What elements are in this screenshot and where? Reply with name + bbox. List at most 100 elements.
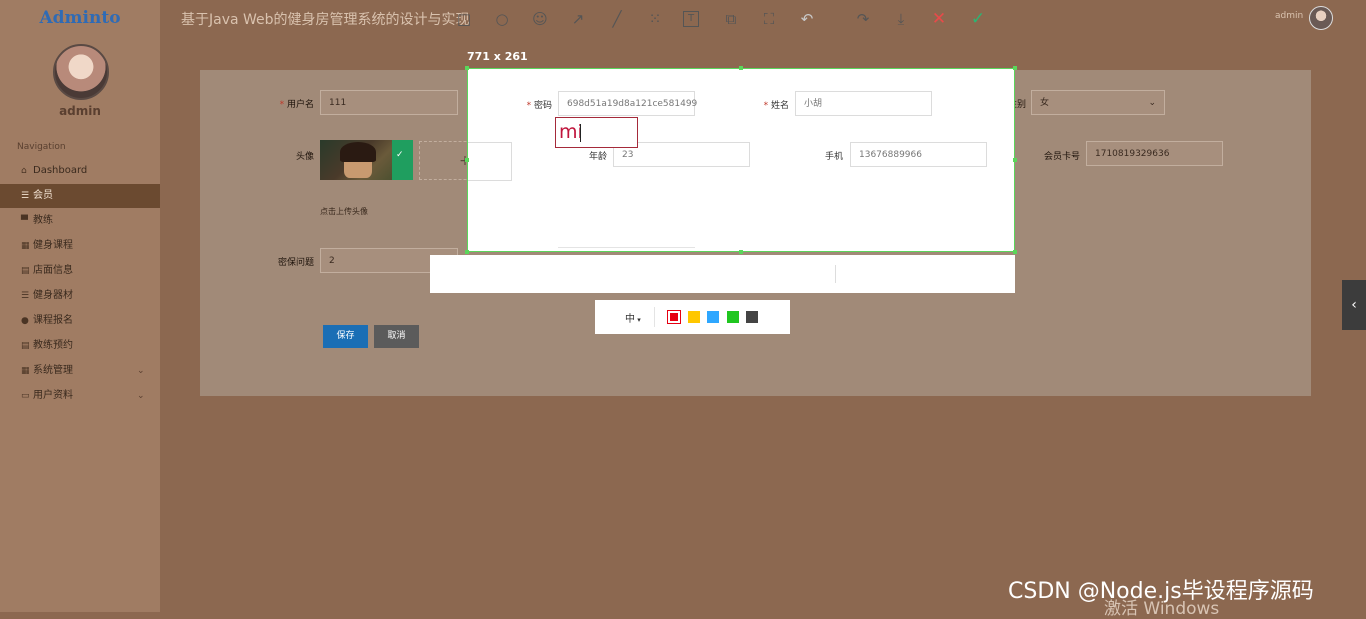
- color-swatch-dark[interactable]: [746, 311, 758, 323]
- color-swatch-yellow[interactable]: [688, 311, 700, 323]
- name-label: * 姓名: [763, 101, 789, 111]
- security-label: 密保问题: [277, 258, 314, 268]
- sidebar-item-coaches[interactable]: ▀ 教练: [0, 209, 160, 233]
- card-icon: ▭: [21, 391, 30, 401]
- sidebar-item-label: 课程报名: [33, 315, 73, 326]
- input-edge: [558, 247, 695, 251]
- sidebar-item-equipment[interactable]: ☰ 健身器材: [0, 284, 160, 308]
- username-input[interactable]: 111: [320, 90, 458, 115]
- toolbar-divider: [835, 265, 836, 283]
- check-icon: ✓: [396, 150, 404, 160]
- list-icon: ☰: [21, 191, 30, 201]
- sidebar-item-label: 健身课程: [33, 240, 73, 251]
- avatar-preview[interactable]: ✓: [320, 140, 413, 180]
- undo-icon[interactable]: ↶: [797, 9, 817, 29]
- resize-handle[interactable]: [1013, 250, 1017, 254]
- sidebar-item-courses[interactable]: ▦ 健身课程: [0, 234, 160, 258]
- card-label: 会员卡号: [1043, 152, 1080, 162]
- resize-handle[interactable]: [465, 158, 469, 162]
- chevron-down-icon: ⌄: [137, 391, 145, 401]
- password-input[interactable]: 698d51a19d8a121ce581499: [558, 91, 697, 116]
- phone-input[interactable]: 13676889966: [850, 142, 987, 167]
- sidebar-item-bookings[interactable]: ▤ 教练预约: [0, 334, 160, 358]
- user-icon: ●: [21, 316, 29, 326]
- font-size-select[interactable]: 中 ▾: [625, 310, 641, 325]
- csdn-watermark: CSDN @Node.js毕设程序源码: [1008, 579, 1314, 604]
- arrow-icon[interactable]: ↗: [568, 9, 588, 29]
- rectangle-icon[interactable]: □: [454, 9, 474, 29]
- mosaic-icon[interactable]: ⁙: [645, 9, 665, 29]
- app-logo[interactable]: Adminto: [0, 8, 160, 28]
- text-icon[interactable]: T: [683, 11, 699, 27]
- chevron-down-icon: ⌄: [1148, 98, 1156, 108]
- chevron-down-icon: ⌄: [137, 366, 145, 376]
- gender-value: 女: [1040, 98, 1050, 108]
- sidebar-item-label: 教练预约: [33, 340, 73, 351]
- avatar-upload-slot: [468, 142, 512, 181]
- sidebar-item-label: 会员: [33, 190, 53, 201]
- sidebar-item-label: 健身器材: [33, 290, 73, 301]
- sidebar-item-stores[interactable]: ▤ 店面信息: [0, 259, 160, 283]
- card-input[interactable]: 1710819329636: [1086, 141, 1223, 166]
- page-title: 基于Java Web的健身房管理系统的设计与实现: [181, 12, 470, 28]
- sidebar-item-members[interactable]: ☰ 会员: [0, 184, 160, 208]
- sidebar-item-label: Dashboard: [33, 165, 88, 176]
- grid-icon: ▦: [21, 241, 30, 251]
- resize-handle[interactable]: [1013, 66, 1017, 70]
- header-username[interactable]: admin: [1275, 11, 1303, 21]
- header-avatar[interactable]: [1309, 6, 1333, 30]
- phone-label: 手机: [824, 152, 843, 162]
- password-label: * 密码: [526, 101, 552, 111]
- resize-handle[interactable]: [739, 250, 743, 254]
- save-button[interactable]: 保存: [323, 325, 368, 348]
- resize-handle[interactable]: [465, 250, 469, 254]
- sidebar-item-dashboard[interactable]: ⌂ Dashboard: [0, 159, 160, 183]
- username-label: * 用户名: [279, 100, 314, 110]
- text-caret: [580, 124, 581, 142]
- grid-icon: ▦: [21, 366, 30, 376]
- name-input[interactable]: 小胡: [795, 91, 932, 116]
- pin-icon[interactable]: ⧉: [721, 9, 741, 29]
- sidebar-item-label: 系统管理: [33, 365, 73, 376]
- gender-select[interactable]: 女 ⌄: [1031, 90, 1165, 115]
- sidebar-item-label: 用户资料: [33, 390, 73, 401]
- color-swatch-red[interactable]: [667, 310, 681, 324]
- sidebar-item-enrollment[interactable]: ● 课程报名: [0, 309, 160, 333]
- color-swatch-green[interactable]: [727, 311, 739, 323]
- download-icon[interactable]: ⤓: [891, 9, 911, 29]
- side-panel-toggle[interactable]: ‹: [1342, 280, 1366, 330]
- options-divider: [654, 307, 655, 327]
- sidebar-avatar[interactable]: [53, 44, 109, 100]
- ellipse-icon[interactable]: ○: [492, 9, 512, 29]
- sidebar-item-profile[interactable]: ▭ 用户资料 ⌄: [0, 384, 160, 408]
- sidebar-item-label: 店面信息: [33, 265, 73, 276]
- chevron-left-icon: ‹: [1351, 297, 1357, 313]
- cancel-button[interactable]: 取消: [374, 325, 419, 348]
- capture-region[interactable]: * 密码 698d51a19d8a121ce581499 * 姓名 小胡 年龄 …: [467, 68, 1015, 252]
- nav-heading: Navigation: [17, 142, 66, 152]
- resize-handle[interactable]: [1013, 158, 1017, 162]
- line-icon[interactable]: ╱: [607, 9, 627, 29]
- close-icon[interactable]: ✕: [929, 9, 949, 29]
- home-icon: ⌂: [21, 166, 27, 176]
- screenshot-toolbar: [430, 255, 1015, 293]
- color-swatch-blue[interactable]: [707, 311, 719, 323]
- share-icon[interactable]: ↷: [853, 9, 873, 29]
- sidebar-item-system[interactable]: ▦ 系统管理 ⌄: [0, 359, 160, 383]
- avatar-label: 头像: [295, 152, 314, 162]
- emoji-icon[interactable]: ☺: [530, 9, 550, 29]
- check-icon[interactable]: ✓: [968, 9, 988, 29]
- ocr-icon[interactable]: ⛶: [759, 9, 779, 29]
- sidebar-item-label: 教练: [33, 215, 53, 226]
- avatar-hint: 点击上传头像: [320, 207, 368, 216]
- list-icon: ☰: [21, 291, 30, 301]
- selection-dimensions: 771 x 261: [467, 50, 528, 63]
- age-label: 年龄: [588, 152, 607, 162]
- resize-handle[interactable]: [465, 66, 469, 70]
- document-icon: ▤: [21, 266, 30, 276]
- document-icon: ▤: [21, 341, 30, 351]
- monitor-icon: ▀: [21, 216, 28, 226]
- resize-handle[interactable]: [739, 66, 743, 70]
- sidebar-username: admin: [59, 104, 101, 118]
- annotation-text-box[interactable]: mi: [555, 117, 638, 148]
